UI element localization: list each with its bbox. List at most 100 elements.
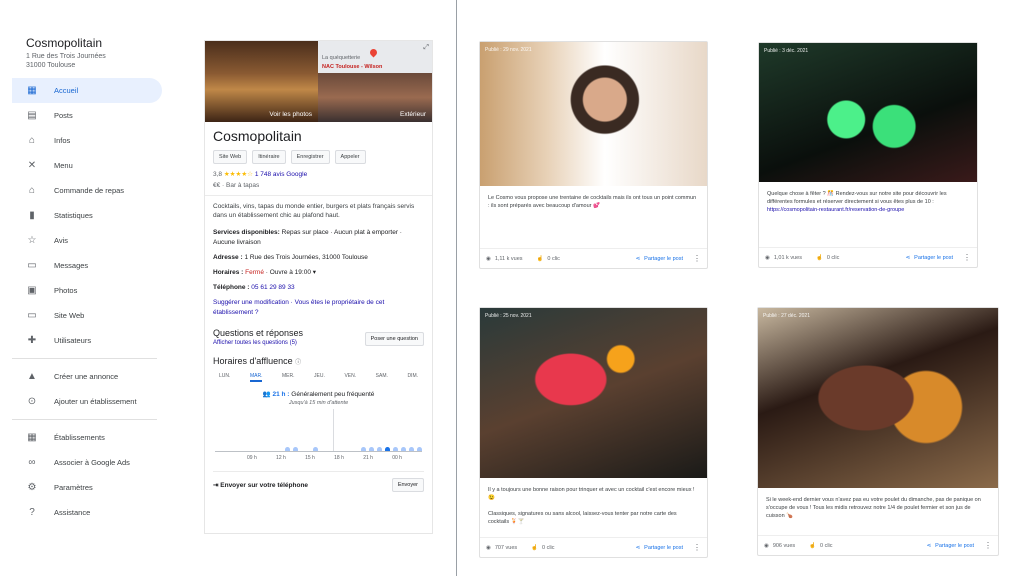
- clicks-stat: ☝ 0 clic: [809, 543, 832, 549]
- post-text-body: Il y a toujours une bonne raison pour tr…: [488, 487, 695, 501]
- nav-item-accueil[interactable]: ▦ Accueil: [12, 78, 162, 103]
- tab-ven[interactable]: VEN.: [344, 373, 356, 382]
- nav-item-statistiques[interactable]: ▮ Statistiques: [12, 203, 162, 228]
- tab-mar[interactable]: MAR.: [249, 373, 263, 382]
- nav-label: Messages: [54, 261, 89, 270]
- share-post-button[interactable]: ⋖ Partager le post: [927, 543, 974, 549]
- review-count-link[interactable]: 1 748 avis Google: [255, 171, 307, 178]
- nav-label: Statistiques: [54, 211, 93, 220]
- interior-photo[interactable]: Voir les photos: [205, 41, 318, 122]
- tab-dim[interactable]: DIM.: [407, 373, 418, 382]
- location-pin-icon: ⊙: [27, 396, 37, 407]
- nav-item-assistance[interactable]: ? Assistance: [12, 500, 162, 525]
- suggest-edit-link[interactable]: Suggérer une modification · Vous êtes le…: [213, 298, 424, 318]
- exterior-photo[interactable]: Extérieur: [318, 73, 432, 122]
- storefront-icon: ▦: [27, 432, 37, 443]
- busy-summary: 👥 21 h : Généralement peu fréquenté: [213, 390, 424, 398]
- histogram-bar: [401, 447, 406, 451]
- tap-icon: ☝: [536, 255, 544, 262]
- tab-mer[interactable]: MER.: [282, 373, 295, 382]
- nav-item-site-web[interactable]: ▭ Site Web: [12, 303, 162, 328]
- nav-item-google-ads[interactable]: ∞ Associer à Google Ads: [12, 450, 162, 475]
- save-button[interactable]: Enregistrer: [290, 150, 330, 164]
- nav-item-etablissements[interactable]: ▦ Établissements: [12, 425, 162, 450]
- axis-label: 12 h: [276, 455, 286, 461]
- share-post-button[interactable]: ⋖ Partager le post: [636, 545, 683, 551]
- expand-icon[interactable]: ⤢: [423, 44, 429, 52]
- nav-item-ajouter-etablissement[interactable]: ⊙ Ajouter un établissement: [12, 389, 162, 414]
- share-icon: ⋖: [635, 255, 641, 262]
- ask-question-button[interactable]: Poser une question: [364, 332, 424, 346]
- tab-jeu[interactable]: JEU.: [314, 373, 325, 382]
- share-icon: ⋖: [635, 544, 641, 551]
- histogram-axis: 09 h 12 h 15 h 18 h 21 h 00 h: [213, 452, 424, 461]
- send-to-phone-row: ⇥ Envoyer sur votre téléphone Envoyer: [213, 471, 424, 492]
- map-poi-label: NAC Toulouse - Wilson: [322, 64, 383, 70]
- tab-lun[interactable]: LUN.: [219, 373, 230, 382]
- send-button[interactable]: Envoyer: [391, 478, 424, 492]
- rating-stars: ★★★★☆: [223, 171, 253, 178]
- view-photos-label: Voir les photos: [269, 111, 312, 118]
- nav-label: Associer à Google Ads: [54, 458, 130, 467]
- nav-item-infos[interactable]: ⌂ Infos: [12, 128, 162, 153]
- link-icon: ∞: [28, 457, 36, 468]
- phone-row: Téléphone : 05 61 29 89 33: [213, 283, 424, 293]
- axis-label: 15 h: [305, 455, 315, 461]
- more-options-icon[interactable]: ⋮: [693, 543, 701, 552]
- map-place-label: La quéquetterie: [322, 55, 361, 61]
- post-date: Publié : 3 déc. 2021: [764, 48, 809, 54]
- day-tabs: LUN. MAR. MER. JEU. VEN. SAM. DIM.: [213, 373, 424, 382]
- nav-item-commande[interactable]: ⌂ Commande de repas: [12, 178, 162, 203]
- post-text: Il y a toujours une bonne raison pour tr…: [480, 478, 707, 526]
- nav-label: Assistance: [54, 508, 91, 517]
- more-options-icon[interactable]: ⋮: [693, 254, 701, 263]
- share-post-button[interactable]: ⋖ Partager le post: [906, 255, 953, 261]
- map-pin-icon: [368, 47, 379, 58]
- eye-icon: ◉: [486, 544, 491, 551]
- qa-see-all-link[interactable]: Afficher toutes les questions (5): [213, 340, 303, 346]
- post-footer: ◉ 1,11 k vues ☝ 0 clic ⋖ Partager le post ⋮: [480, 248, 707, 268]
- post-link[interactable]: https://cosmopolitain-restaurant.fr/rese…: [767, 207, 904, 213]
- axis-label: 21 h: [363, 455, 373, 461]
- tap-icon: ☝: [815, 254, 823, 261]
- post-card[interactable]: Publié : 27 déc. 2021 Si le week-end der…: [757, 307, 999, 556]
- popular-times-title: Horaires d'affluence ⓘ: [213, 356, 424, 366]
- website-button[interactable]: Site Web: [213, 150, 248, 164]
- post-card[interactable]: Publié : 25 nov. 2021 Il y a toujours un…: [479, 307, 708, 558]
- hours-open[interactable]: · Ouvre à 19:00 ▾: [266, 269, 316, 276]
- nav-item-posts[interactable]: ▤ Posts: [12, 103, 162, 128]
- utensils-icon: ✕: [27, 160, 37, 171]
- directions-button[interactable]: Itinéraire: [252, 150, 286, 164]
- map-thumbnail[interactable]: La quéquetterie NAC Toulouse - Wilson ⤢: [318, 41, 432, 73]
- more-options-icon[interactable]: ⋮: [984, 541, 992, 550]
- more-options-icon[interactable]: ⋮: [963, 253, 971, 262]
- nav-item-creer-annonce[interactable]: ▲ Créer une annonce: [12, 364, 162, 389]
- info-icon[interactable]: ⓘ: [295, 360, 301, 366]
- call-button[interactable]: Appeler: [334, 150, 366, 164]
- nav-item-messages[interactable]: ▭ Messages: [12, 253, 162, 278]
- address-label: Adresse :: [213, 254, 243, 261]
- nav-item-utilisateurs[interactable]: ✚ Utilisateurs: [12, 328, 162, 353]
- nav-divider: [12, 419, 157, 420]
- nav-divider: [12, 358, 157, 359]
- post-card[interactable]: Publié : 29 nov. 2021 Le Cosmo vous prop…: [479, 41, 708, 269]
- axis-label: 09 h: [247, 455, 257, 461]
- tap-icon: ☝: [531, 544, 538, 551]
- address-row: Adresse : 1 Rue des Trois Journées, 3100…: [213, 253, 424, 263]
- eye-icon: ◉: [765, 254, 770, 261]
- post-footer: ◉ 1,01 k vues ☝ 0 clic ⋖ Partager le post ⋮: [759, 247, 977, 267]
- post-date: Publié : 25 nov. 2021: [485, 313, 532, 319]
- tab-sam[interactable]: SAM.: [376, 373, 388, 382]
- share-label: Partager le post: [644, 255, 683, 262]
- nav-item-menu[interactable]: ✕ Menu: [12, 153, 162, 178]
- nav-item-avis[interactable]: ☆ Avis: [12, 228, 162, 253]
- nav-item-photos[interactable]: ▣ Photos: [12, 278, 162, 303]
- business-name: Cosmopolitain: [26, 36, 103, 50]
- post-text: Le Cosmo vous propose une trentaine de c…: [488, 195, 697, 209]
- histogram-bar: [393, 447, 398, 451]
- phone-link[interactable]: 05 61 29 89 33: [251, 284, 294, 291]
- nav-item-parametres[interactable]: ⚙ Paramètres: [12, 475, 162, 500]
- share-post-button[interactable]: ⋖ Partager le post: [636, 256, 683, 262]
- post-card[interactable]: Publié : 3 déc. 2021 Quelque chose à fêt…: [758, 42, 978, 268]
- panel-title: Cosmopolitain: [213, 128, 302, 144]
